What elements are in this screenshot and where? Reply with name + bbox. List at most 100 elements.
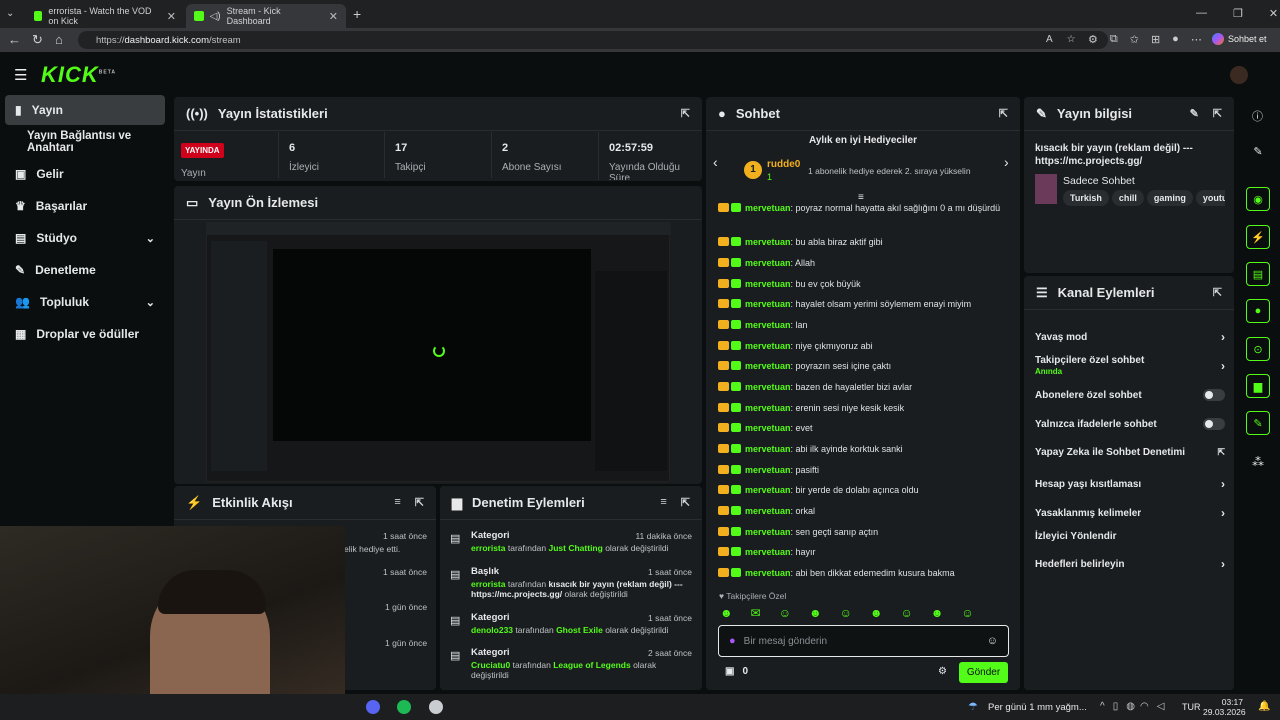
window-close-icon[interactable]: ✕ — [1269, 7, 1278, 20]
sidebar-item-basarilar[interactable]: ♛ Başarılar — [5, 191, 165, 221]
chat-username[interactable]: mervetuan — [745, 465, 791, 475]
chat-username[interactable]: mervetuan — [745, 568, 791, 578]
bolt-icon[interactable]: ⚡ — [1246, 225, 1270, 249]
emote-icon[interactable]: ☻ — [809, 606, 822, 620]
tray-app-icon[interactable]: ▯ — [1113, 701, 1119, 712]
emote-icon[interactable]: ☺ — [840, 606, 852, 620]
popout-icon[interactable]: ⇱ — [681, 496, 690, 509]
next-arrow-icon[interactable]: › — [1004, 154, 1009, 170]
prev-arrow-icon[interactable]: ‹ — [713, 154, 718, 170]
volume-icon[interactable]: ◁ — [1157, 701, 1165, 712]
document-icon[interactable]: ▤ — [1246, 262, 1270, 286]
info-icon[interactable]: ⓘ — [1252, 108, 1263, 124]
action-banned-words[interactable]: Yasaklanmış kelimeler › — [1035, 506, 1225, 520]
close-tab-icon[interactable]: ✕ — [329, 10, 338, 23]
emote-icon[interactable]: ✉ — [751, 606, 761, 620]
app-icon[interactable] — [429, 700, 443, 714]
filter-icon[interactable]: ≡ — [394, 496, 400, 509]
send-button[interactable]: Gönder — [959, 662, 1008, 683]
popout-icon[interactable]: ⇱ — [1213, 286, 1222, 299]
stream-category[interactable]: Sadece Sohbet — [1063, 175, 1135, 187]
action-ai-moderation[interactable]: Yapay Zeka ile Sohbet Denetimi ⇱ — [1035, 447, 1225, 458]
emote-icon[interactable]: ☺ — [779, 606, 791, 620]
wrench-icon[interactable]: ✎ — [1246, 411, 1270, 435]
action-slow-mode[interactable]: Yavaş mod › — [1035, 330, 1225, 344]
tag[interactable]: Turkish — [1063, 190, 1109, 206]
avatar[interactable] — [1230, 66, 1248, 84]
chat-username[interactable]: mervetuan — [745, 444, 791, 454]
minimize-icon[interactable]: — — [1196, 7, 1207, 20]
collections-icon[interactable]: ⊞ — [1151, 33, 1160, 46]
edit-icon[interactable]: ✎ — [1246, 139, 1270, 163]
sidebar-item-studyo[interactable]: ▤ Stüdyo ⌄ — [5, 223, 165, 253]
action-raid[interactable]: İzleyici Yönlendir — [1035, 531, 1225, 542]
tab-list-icon[interactable]: ⌄ — [6, 8, 14, 19]
emoji-picker-icon[interactable]: ☺ — [987, 635, 998, 647]
chat-username[interactable]: mervetuan — [745, 237, 791, 247]
reload-icon[interactable]: ↻ — [32, 32, 43, 48]
toggle-switch[interactable] — [1203, 418, 1225, 430]
chat-username[interactable]: mervetuan — [745, 203, 791, 213]
chat-username[interactable]: mervetuan — [745, 279, 791, 289]
popout-icon[interactable]: ⇱ — [681, 107, 690, 120]
gifter-name[interactable]: rudde0 — [767, 159, 800, 170]
more-menu-icon[interactable]: ⋯ — [1191, 33, 1202, 46]
chat-username[interactable]: mervetuan — [745, 361, 791, 371]
browser-tab-dashboard[interactable]: ◁) Stream - Kick Dashboard ✕ — [186, 4, 346, 28]
sidebar-item-stream-key[interactable]: Yayın Bağlantısı ve Anahtarı — [5, 127, 173, 157]
sidebar-item-denetleme[interactable]: ✎ Denetleme — [5, 255, 165, 285]
emote-icon[interactable]: ☻ — [720, 606, 733, 620]
camera-icon[interactable]: ◉ — [1246, 187, 1270, 211]
read-aloud-icon[interactable]: A — [1046, 34, 1053, 45]
toggle-switch[interactable] — [1203, 389, 1225, 401]
chat-username[interactable]: mervetuan — [745, 299, 791, 309]
favorite-star-icon[interactable]: ☆ — [1067, 34, 1076, 45]
sidebar-item-yayin[interactable]: ▮ Yayın — [5, 95, 165, 125]
chat-username[interactable]: mervetuan — [745, 506, 791, 516]
stream-preview-video[interactable] — [206, 222, 671, 482]
tag[interactable]: youtu — [1195, 190, 1225, 206]
back-icon[interactable]: ← — [8, 32, 21, 47]
split-screen-icon[interactable]: ⧉ — [1110, 33, 1118, 46]
emote-icon[interactable]: ☺ — [961, 606, 973, 620]
edit-icon[interactable]: ✎ — [1190, 107, 1199, 120]
chat-input[interactable]: ● Bir mesaj gönderin ☺ — [718, 625, 1009, 657]
home-icon[interactable]: ⌂ — [55, 32, 63, 47]
tray-app-icon[interactable]: ◍ — [1126, 701, 1135, 712]
address-bar[interactable]: https://dashboard.kick.com/stream — [78, 31, 1108, 49]
chat-username[interactable]: mervetuan — [745, 527, 791, 537]
tray-chevron-icon[interactable]: ^ — [1100, 701, 1105, 712]
discord-icon[interactable] — [366, 700, 380, 714]
sidebar-item-gelir[interactable]: ▣ Gelir — [5, 159, 165, 189]
clock[interactable]: 03:17 29.03.2026 — [1203, 697, 1246, 717]
close-tab-icon[interactable]: ✕ — [167, 10, 176, 23]
action-goals[interactable]: Hedefleri belirleyin › — [1035, 557, 1225, 571]
action-subscribers-only[interactable]: Abonelere özel sohbet — [1035, 389, 1225, 401]
emote-icon[interactable]: ☻ — [870, 606, 883, 620]
hamburger-menu-icon[interactable]: ☰ — [14, 66, 27, 84]
action-followers-only[interactable]: Takipçilere özel sohbet Anında › — [1035, 355, 1225, 377]
chat-username[interactable]: mervetuan — [745, 341, 791, 351]
weather-text[interactable]: Per günü 1 mm yağm... — [988, 702, 1087, 713]
chat-username[interactable]: mervetuan — [745, 423, 791, 433]
chat-username[interactable]: mervetuan — [745, 382, 791, 392]
microphone-icon[interactable]: ● — [729, 635, 736, 647]
popout-icon[interactable]: ⇱ — [999, 107, 1008, 120]
chat-username[interactable]: mervetuan — [745, 258, 791, 268]
action-account-age[interactable]: Hesap yaşı kısıtlaması › — [1035, 477, 1225, 491]
extensions-icon[interactable]: ⚙ — [1088, 33, 1098, 46]
chat-bubble-icon[interactable]: ● — [1246, 299, 1270, 323]
moderation-icon[interactable]: ▆ — [1246, 374, 1270, 398]
spotify-icon[interactable] — [397, 700, 411, 714]
chat-username[interactable]: mervetuan — [745, 320, 791, 330]
tag[interactable]: gaming — [1146, 190, 1193, 206]
copilot-button[interactable]: Sohbet et — [1212, 33, 1267, 45]
emote-icon[interactable]: ☺ — [901, 606, 913, 620]
language-indicator[interactable]: TUR — [1182, 702, 1201, 712]
action-emotes-only[interactable]: Yalnızca ifadelerle sohbet — [1035, 418, 1225, 430]
chat-username[interactable]: mervetuan — [745, 547, 791, 557]
favorites-icon[interactable]: ✩ — [1130, 33, 1139, 46]
popout-icon[interactable]: ⇱ — [1213, 107, 1222, 120]
browser-tab-vod[interactable]: errorista - Watch the VOD on Kick ✕ — [26, 4, 184, 28]
points-display[interactable]: ▣ 0 — [725, 666, 748, 677]
